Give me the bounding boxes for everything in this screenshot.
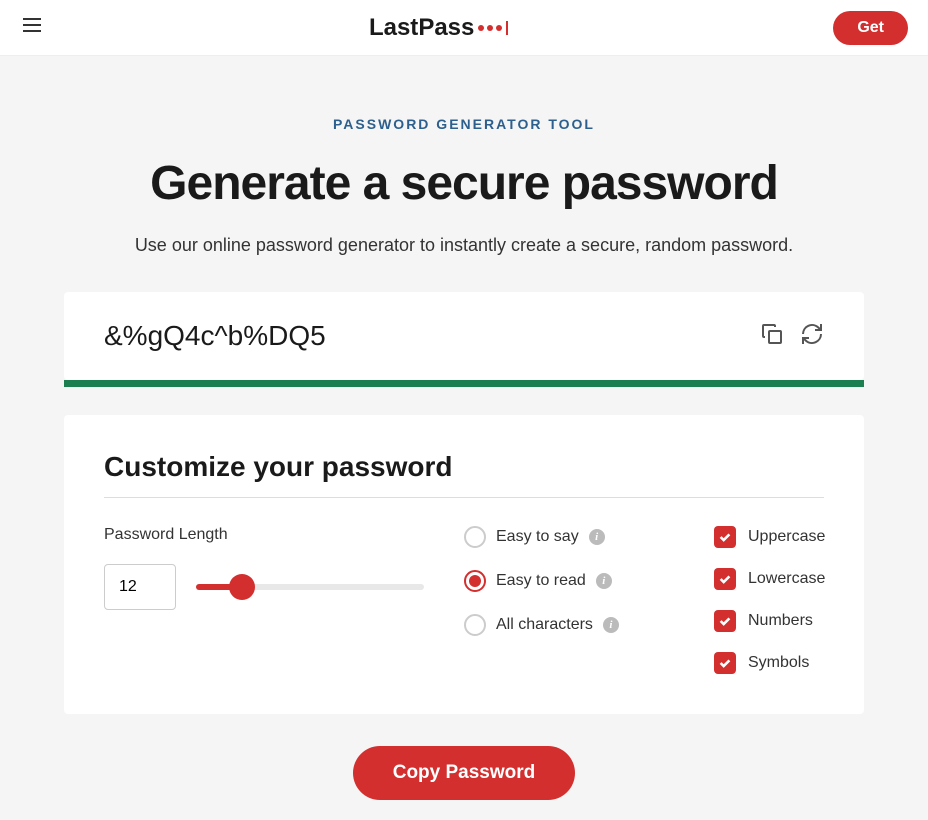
checkbox-icon bbox=[714, 652, 736, 674]
check-label: Lowercase bbox=[748, 570, 825, 588]
radio-all-characters[interactable]: All characters i bbox=[464, 614, 674, 636]
radio-easy-to-read[interactable]: Easy to read i bbox=[464, 570, 674, 592]
slider-thumb[interactable] bbox=[229, 574, 255, 600]
info-icon[interactable]: i bbox=[589, 529, 605, 545]
radio-icon bbox=[464, 526, 486, 548]
radio-label: All characters bbox=[496, 616, 593, 634]
strength-indicator bbox=[64, 380, 864, 387]
checkbox-icon bbox=[714, 568, 736, 590]
length-slider[interactable] bbox=[196, 584, 424, 590]
get-button[interactable]: Get bbox=[833, 11, 908, 45]
page-title: Generate a secure password bbox=[64, 156, 864, 211]
length-controls bbox=[104, 564, 424, 610]
options-grid: Password Length Easy to say i bbox=[104, 526, 824, 674]
checkbox-numbers[interactable]: Numbers bbox=[714, 610, 854, 632]
info-icon[interactable]: i bbox=[596, 573, 612, 589]
password-actions bbox=[760, 322, 824, 351]
radio-icon bbox=[464, 614, 486, 636]
main-content: PASSWORD GENERATOR TOOL Generate a secur… bbox=[0, 56, 928, 820]
generated-password: &%gQ4c^b%DQ5 bbox=[104, 320, 326, 352]
hamburger-menu-icon[interactable] bbox=[20, 13, 44, 42]
header: LastPass Get bbox=[0, 0, 928, 56]
radio-label: Easy to say bbox=[496, 528, 579, 546]
check-label: Uppercase bbox=[748, 528, 825, 546]
checkbox-icon bbox=[714, 526, 736, 548]
length-column: Password Length bbox=[104, 526, 424, 674]
logo-dots-icon bbox=[478, 21, 508, 35]
info-icon[interactable]: i bbox=[603, 617, 619, 633]
logo-text-1: Last bbox=[369, 14, 418, 42]
checkbox-uppercase[interactable]: Uppercase bbox=[714, 526, 854, 548]
character-types-group: Uppercase Lowercase Numbers Symbols bbox=[714, 526, 854, 674]
radio-label: Easy to read bbox=[496, 572, 586, 590]
length-input[interactable] bbox=[104, 564, 176, 610]
customize-panel: Customize your password Password Length … bbox=[64, 415, 864, 714]
eyebrow: PASSWORD GENERATOR TOOL bbox=[64, 116, 864, 132]
checkbox-lowercase[interactable]: Lowercase bbox=[714, 568, 854, 590]
logo-text-2: Pass bbox=[418, 14, 474, 42]
password-display-box: &%gQ4c^b%DQ5 bbox=[64, 292, 864, 380]
subtitle: Use our online password generator to ins… bbox=[64, 235, 864, 256]
radio-easy-to-say[interactable]: Easy to say i bbox=[464, 526, 674, 548]
copy-icon[interactable] bbox=[760, 322, 784, 351]
check-label: Numbers bbox=[748, 612, 813, 630]
customize-title: Customize your password bbox=[104, 451, 824, 498]
checkbox-symbols[interactable]: Symbols bbox=[714, 652, 854, 674]
charset-radio-group: Easy to say i Easy to read i All charact… bbox=[464, 526, 674, 674]
copy-password-button[interactable]: Copy Password bbox=[353, 746, 576, 800]
checkbox-icon bbox=[714, 610, 736, 632]
refresh-icon[interactable] bbox=[800, 322, 824, 351]
length-label: Password Length bbox=[104, 526, 424, 544]
check-label: Symbols bbox=[748, 654, 809, 672]
radio-icon bbox=[464, 570, 486, 592]
logo[interactable]: LastPass bbox=[369, 14, 508, 42]
